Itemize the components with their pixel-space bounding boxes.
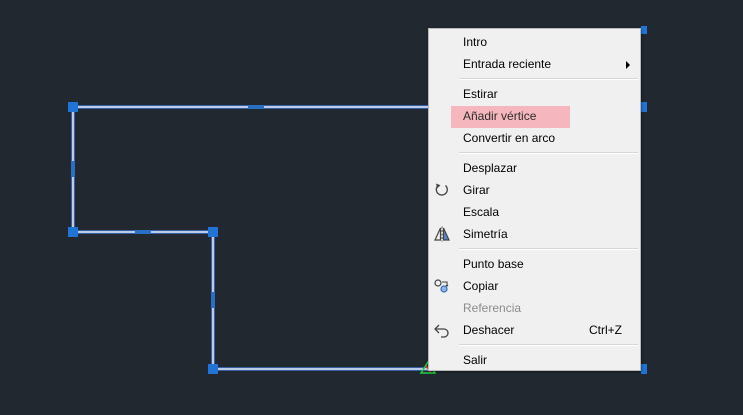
- menu-item-label: Escala: [463, 205, 500, 219]
- midpoint-grip[interactable]: [211, 292, 215, 308]
- menu-item-label: Añadir vértice: [463, 109, 537, 123]
- menu-item-label: Estirar: [463, 87, 498, 101]
- menu-separator: [459, 344, 638, 346]
- menu-item-label: Copiar: [463, 279, 499, 293]
- selected-polyline[interactable]: [71, 105, 428, 371]
- vertex-grip[interactable]: [208, 227, 218, 237]
- vertex-grip[interactable]: [641, 364, 647, 374]
- undo-icon: [434, 324, 449, 338]
- menu-item-move[interactable]: Desplazar: [429, 157, 640, 179]
- menu-separator: [459, 78, 638, 80]
- menu-item-mirror[interactable]: Simetría: [429, 223, 640, 245]
- menu-item-label: Convertir en arco: [463, 131, 556, 145]
- menu-item-intro[interactable]: Intro: [429, 31, 640, 53]
- menu-item-label: Entrada reciente: [463, 57, 552, 71]
- copy-icon: [434, 279, 449, 293]
- vertex-grip[interactable]: [68, 102, 78, 112]
- menu-item-convert-to-arc[interactable]: Convertir en arco: [429, 127, 640, 149]
- midpoint-grips[interactable]: [71, 105, 264, 308]
- menu-item-reference: Referencia: [429, 297, 640, 319]
- menu-separator: [459, 152, 638, 154]
- vertex-grip[interactable]: [68, 227, 78, 237]
- menu-item-label: Deshacer: [463, 323, 515, 337]
- submenu-arrow-icon: [626, 61, 630, 69]
- menu-item-exit[interactable]: Salir: [429, 349, 640, 371]
- menu-item-label: Girar: [463, 183, 490, 197]
- mirror-icon: [434, 226, 450, 242]
- rotate-icon: [435, 183, 448, 196]
- menu-item-label: Intro: [463, 35, 488, 49]
- menu-item-undo[interactable]: Deshacer Ctrl+Z: [429, 319, 640, 341]
- menu-item-add-vertex[interactable]: Añadir vértice: [429, 105, 640, 128]
- menu-item-label: Simetría: [463, 227, 508, 241]
- vertex-grip[interactable]: [208, 364, 218, 374]
- midpoint-grip[interactable]: [135, 230, 151, 234]
- menu-item-label: Punto base: [463, 257, 524, 271]
- vertex-grip[interactable]: [641, 102, 647, 112]
- vertex-grip[interactable]: [641, 26, 647, 34]
- midpoint-grip[interactable]: [248, 105, 264, 109]
- menu-separator: [459, 248, 638, 250]
- menu-item-copy[interactable]: Copiar: [429, 275, 640, 297]
- menu-item-stretch[interactable]: Estirar: [429, 83, 640, 105]
- menu-item-scale[interactable]: Escala: [429, 201, 640, 223]
- context-menu: Intro Entrada reciente Estirar Añadir vé…: [428, 28, 641, 371]
- menu-item-label: Referencia: [463, 301, 522, 315]
- menu-item-label: Salir: [463, 353, 488, 367]
- menu-item-shortcut: Ctrl+Z: [589, 323, 622, 337]
- midpoint-grip[interactable]: [71, 161, 75, 177]
- menu-item-base-point[interactable]: Punto base: [429, 253, 640, 275]
- menu-item-rotate[interactable]: Girar: [429, 179, 640, 201]
- menu-item-label: Desplazar: [463, 161, 518, 175]
- menu-item-recent-input[interactable]: Entrada reciente: [429, 53, 640, 75]
